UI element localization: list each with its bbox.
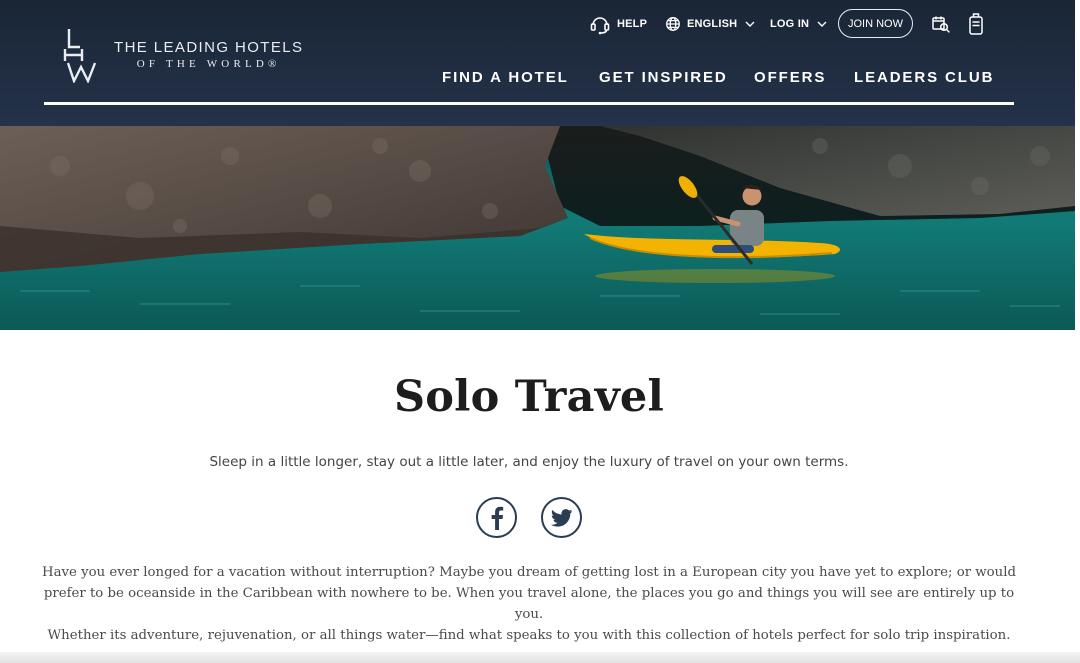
join-now-button[interactable]: JOIN NOW bbox=[838, 9, 913, 38]
brand-subtitle: OF THE WORLD® bbox=[136, 58, 281, 70]
hero-image-kayaker-sea-cave bbox=[0, 126, 1075, 330]
headset-icon bbox=[590, 16, 610, 34]
luggage-icon bbox=[969, 12, 983, 35]
chevron-down-icon bbox=[745, 21, 755, 27]
luggage-button[interactable] bbox=[967, 9, 985, 38]
page-subtitle: Sleep in a little longer, stay out a lit… bbox=[209, 454, 849, 470]
site-logo[interactable]: THE LEADING HOTELS OF THE WORLD® bbox=[62, 26, 332, 84]
facebook-share-button[interactable] bbox=[476, 497, 517, 538]
chevron-down-icon bbox=[817, 21, 827, 27]
page-bottom-edge bbox=[0, 652, 1080, 663]
join-now-label: JOIN NOW bbox=[848, 17, 903, 30]
nav-leaders-club[interactable]: LEADERS CLUB bbox=[854, 68, 994, 88]
twitter-share-button[interactable] bbox=[541, 497, 582, 538]
header-divider bbox=[44, 102, 1014, 105]
globe-icon bbox=[666, 16, 680, 31]
brand-name: THE LEADING HOTELS bbox=[114, 39, 304, 56]
intro-line: Whether its adventure, rejuvenation, or … bbox=[47, 628, 1011, 643]
login-label: LOG IN bbox=[770, 17, 810, 30]
intro-paragraph: Have you ever longed for a vacation with… bbox=[40, 562, 1018, 646]
nav-get-inspired[interactable]: GET INSPIRED bbox=[599, 68, 728, 88]
intro-line: Have you ever longed for a vacation with… bbox=[41, 565, 1017, 580]
language-selector[interactable]: ENGLISH bbox=[665, 9, 755, 38]
search-hotel-icon bbox=[932, 16, 950, 33]
facebook-icon bbox=[491, 506, 503, 530]
nav-find-a-hotel[interactable]: FIND A HOTEL bbox=[442, 68, 569, 88]
page-title: Solo Travel bbox=[394, 372, 664, 422]
site-header: THE LEADING HOTELS OF THE WORLD® HELP EN… bbox=[0, 0, 1075, 126]
twitter-icon bbox=[550, 508, 572, 527]
hotel-search-button[interactable] bbox=[931, 9, 951, 38]
help-label: HELP bbox=[617, 17, 648, 30]
lhw-monogram-logo bbox=[63, 29, 97, 83]
language-label: ENGLISH bbox=[687, 17, 738, 30]
help-link[interactable]: HELP bbox=[589, 9, 647, 38]
login-menu[interactable]: LOG IN bbox=[770, 9, 827, 38]
nav-offers[interactable]: OFFERS bbox=[754, 68, 826, 88]
intro-line: prefer to be oceanside in the Caribbean … bbox=[43, 586, 1015, 622]
